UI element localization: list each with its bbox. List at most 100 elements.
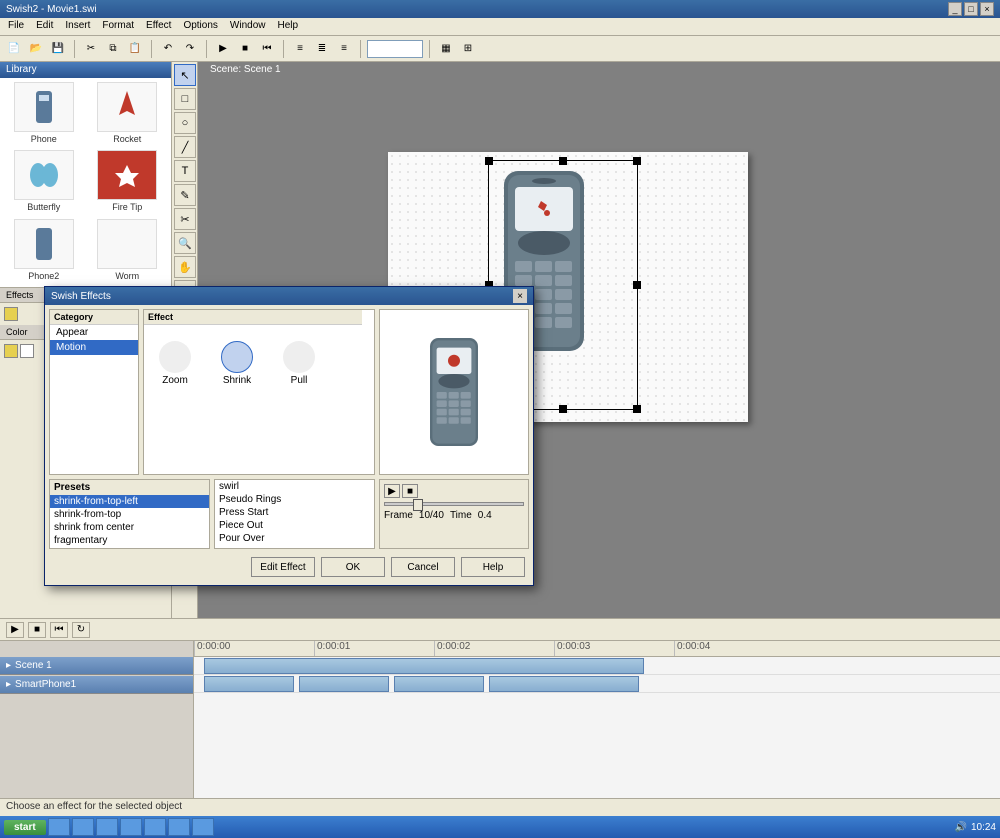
track-label[interactable]: ▸Scene 1 bbox=[0, 657, 193, 675]
taskbar-item[interactable] bbox=[192, 818, 214, 836]
rect-tool[interactable]: □ bbox=[174, 88, 196, 110]
preset-item[interactable]: shrink-from-top bbox=[50, 508, 209, 521]
timeline-loop-icon[interactable]: ↻ bbox=[72, 622, 90, 638]
grid-icon[interactable]: ▦ bbox=[436, 39, 456, 59]
align-right-icon[interactable]: ≡ bbox=[334, 39, 354, 59]
align-center-icon[interactable]: ≣ bbox=[312, 39, 332, 59]
timeline-play-icon[interactable]: ▶ bbox=[6, 622, 24, 638]
taskbar-item[interactable] bbox=[168, 818, 190, 836]
preset-item[interactable]: swirl bbox=[215, 480, 374, 493]
preset-item[interactable]: Press Start bbox=[215, 506, 374, 519]
preset-item[interactable]: Pseudo Rings bbox=[215, 493, 374, 506]
menu-edit[interactable]: Edit bbox=[36, 20, 53, 33]
library-item[interactable]: Rocket bbox=[88, 82, 168, 146]
preset-list-right[interactable]: swirl Pseudo Rings Press Start Piece Out… bbox=[214, 479, 375, 549]
resize-handle[interactable] bbox=[559, 157, 567, 165]
preview-play-icon[interactable]: ▶ bbox=[384, 484, 400, 498]
cut-icon[interactable]: ✂ bbox=[81, 39, 101, 59]
expand-icon[interactable]: ▸ bbox=[6, 660, 11, 671]
library-item[interactable]: Phone bbox=[4, 82, 84, 146]
maximize-button[interactable]: □ bbox=[964, 2, 978, 16]
track-area[interactable]: 0:00:00 0:00:01 0:00:02 0:00:03 0:00:04 bbox=[194, 641, 1000, 798]
library-item[interactable]: Fire Tip bbox=[88, 150, 168, 214]
effect-item[interactable]: Shrink bbox=[212, 341, 262, 386]
library-item[interactable]: Phone2 bbox=[4, 219, 84, 283]
menu-insert[interactable]: Insert bbox=[65, 20, 90, 33]
tray-icon[interactable]: 🔊 bbox=[955, 822, 967, 833]
resize-handle[interactable] bbox=[633, 405, 641, 413]
pencil-tool[interactable]: ✎ bbox=[174, 184, 196, 206]
resize-handle[interactable] bbox=[559, 405, 567, 413]
track-row[interactable] bbox=[194, 657, 1000, 675]
taskbar-item[interactable] bbox=[72, 818, 94, 836]
preview-stop-icon[interactable]: ■ bbox=[402, 484, 418, 498]
menu-window[interactable]: Window bbox=[230, 20, 266, 33]
ellipse-tool[interactable]: ○ bbox=[174, 112, 196, 134]
dialog-close-icon[interactable]: × bbox=[513, 289, 527, 303]
select-tool[interactable]: ↖ bbox=[174, 64, 196, 86]
timeline-clip[interactable] bbox=[204, 676, 294, 692]
preset-list-left[interactable]: Presets shrink-from-top-left shrink-from… bbox=[49, 479, 210, 549]
line-tool[interactable]: ╱ bbox=[174, 136, 196, 158]
new-icon[interactable]: 📄 bbox=[4, 39, 24, 59]
paste-icon[interactable]: 📋 bbox=[125, 39, 145, 59]
timeline-clip[interactable] bbox=[299, 676, 389, 692]
timeline-clip[interactable] bbox=[394, 676, 484, 692]
timeline-clip[interactable] bbox=[204, 658, 644, 674]
close-button[interactable]: × bbox=[980, 2, 994, 16]
preset-item[interactable]: fragmentary bbox=[50, 534, 209, 547]
category-item[interactable]: Appear bbox=[50, 325, 138, 340]
text-tool[interactable]: T bbox=[174, 160, 196, 182]
timeline-stop-icon[interactable]: ■ bbox=[28, 622, 46, 638]
timeline-rewind-icon[interactable]: ⏮ bbox=[50, 622, 68, 638]
taskbar-item[interactable] bbox=[120, 818, 142, 836]
resize-handle[interactable] bbox=[485, 157, 493, 165]
preset-item[interactable]: Piece Out bbox=[215, 519, 374, 532]
crop-tool[interactable]: ✂ bbox=[174, 208, 196, 230]
align-left-icon[interactable]: ≡ bbox=[290, 39, 310, 59]
resize-handle[interactable] bbox=[633, 281, 641, 289]
library-item[interactable]: Worm bbox=[88, 219, 168, 283]
stop-icon[interactable]: ■ bbox=[235, 39, 255, 59]
zoom-combo[interactable] bbox=[367, 40, 423, 58]
minimize-button[interactable]: _ bbox=[948, 2, 962, 16]
help-button[interactable]: Help bbox=[461, 557, 525, 577]
category-item[interactable]: Motion bbox=[50, 340, 138, 355]
swatch[interactable] bbox=[4, 344, 18, 358]
hand-tool[interactable]: ✋ bbox=[174, 256, 196, 278]
zoom-tool[interactable]: 🔍 bbox=[174, 232, 196, 254]
effect-item[interactable]: Zoom bbox=[150, 341, 200, 386]
save-icon[interactable]: 💾 bbox=[48, 39, 68, 59]
swatch[interactable] bbox=[20, 344, 34, 358]
menu-effect[interactable]: Effect bbox=[146, 20, 171, 33]
open-icon[interactable]: 📂 bbox=[26, 39, 46, 59]
redo-icon[interactable]: ↷ bbox=[180, 39, 200, 59]
start-button[interactable]: start bbox=[4, 820, 46, 835]
cancel-button[interactable]: Cancel bbox=[391, 557, 455, 577]
preset-item[interactable]: shrink-from-top-left bbox=[50, 495, 209, 508]
effect-item[interactable]: Pull bbox=[274, 341, 324, 386]
taskbar-item[interactable] bbox=[96, 818, 118, 836]
dialog-titlebar[interactable]: Swish Effects × bbox=[45, 287, 533, 305]
taskbar-item[interactable] bbox=[48, 818, 70, 836]
menu-options[interactable]: Options bbox=[183, 20, 217, 33]
copy-icon[interactable]: ⧉ bbox=[103, 39, 123, 59]
preset-item[interactable]: Pour Over bbox=[215, 532, 374, 545]
edit-effect-button[interactable]: Edit Effect bbox=[251, 557, 315, 577]
preset-item[interactable]: shrink from center bbox=[50, 521, 209, 534]
play-icon[interactable]: ▶ bbox=[213, 39, 233, 59]
timeline-clip[interactable] bbox=[489, 676, 639, 692]
track-row[interactable] bbox=[194, 675, 1000, 693]
ok-button[interactable]: OK bbox=[321, 557, 385, 577]
tray-clock[interactable]: 10:24 bbox=[971, 822, 996, 833]
menu-file[interactable]: File bbox=[8, 20, 24, 33]
rewind-icon[interactable]: ⏮ bbox=[257, 39, 277, 59]
undo-icon[interactable]: ↶ bbox=[158, 39, 178, 59]
menu-help[interactable]: Help bbox=[277, 20, 298, 33]
swatch[interactable] bbox=[4, 307, 18, 321]
expand-icon[interactable]: ▸ bbox=[6, 679, 11, 690]
library-item[interactable]: Butterfly bbox=[4, 150, 84, 214]
time-ruler[interactable]: 0:00:00 0:00:01 0:00:02 0:00:03 0:00:04 bbox=[194, 641, 1000, 657]
preview-slider[interactable] bbox=[384, 502, 524, 506]
menu-format[interactable]: Format bbox=[102, 20, 134, 33]
